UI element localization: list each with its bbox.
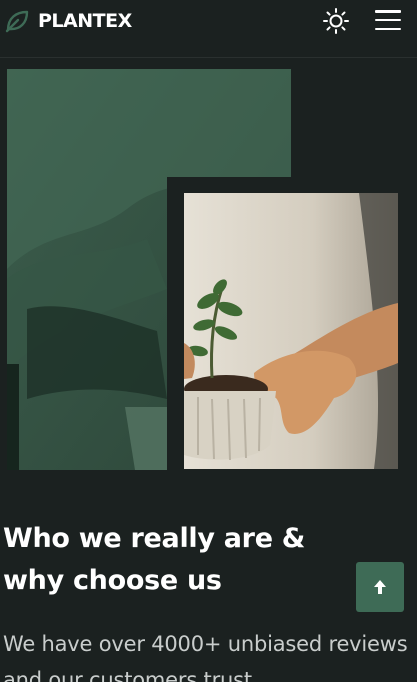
scroll-to-top-button[interactable] <box>356 562 404 612</box>
hero-image-small <box>184 193 398 469</box>
hamburger-menu-icon[interactable] <box>375 8 401 32</box>
sun-icon[interactable] <box>322 7 350 35</box>
logo[interactable]: PLANTEX <box>4 6 132 36</box>
menu-line <box>375 27 401 30</box>
potted-plant-photo <box>184 193 398 469</box>
arrow-up-icon <box>374 580 386 594</box>
leaf-icon <box>5 10 29 33</box>
site-header: PLANTEX <box>0 0 417 58</box>
about-heading: Who we really are & why choose us <box>3 523 306 596</box>
about-paragraph: We have over 4000+ unbiased reviews and … <box>3 632 408 682</box>
brand-name: PLANTEX <box>38 10 132 32</box>
menu-line <box>375 18 401 22</box>
menu-line <box>375 10 401 13</box>
